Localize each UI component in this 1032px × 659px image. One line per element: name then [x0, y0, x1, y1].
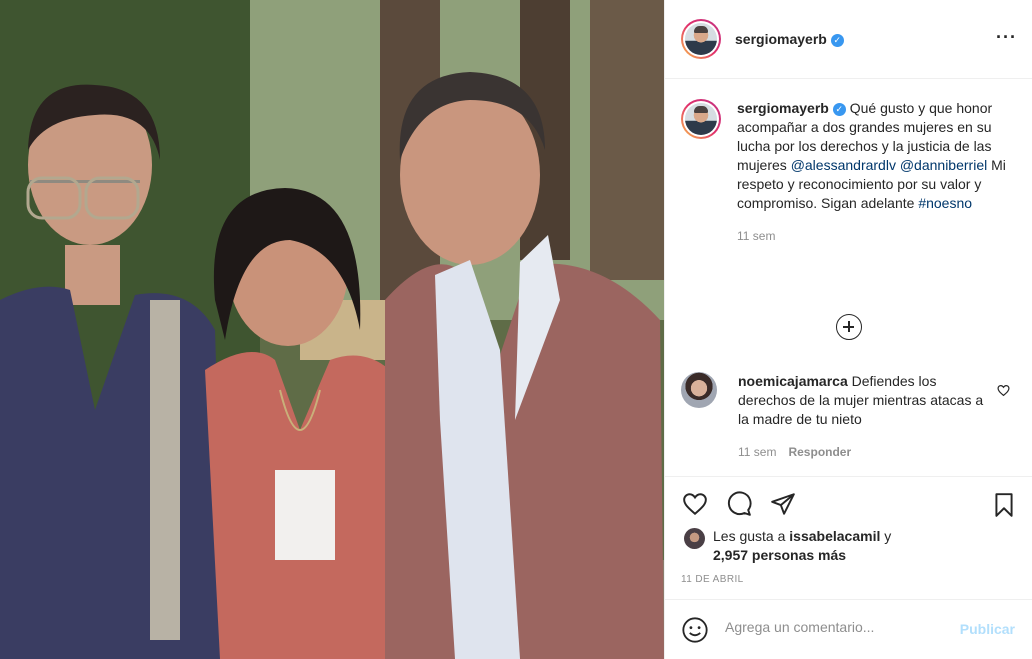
- reply-button[interactable]: Responder: [788, 445, 851, 459]
- comment-meta: 11 sem Responder: [738, 443, 988, 462]
- caption-timestamp[interactable]: 11 sem: [737, 227, 1017, 246]
- caption-mention-2[interactable]: @danniberriel: [900, 157, 987, 173]
- comment-timestamp[interactable]: 11 sem: [738, 445, 776, 459]
- verified-badge-icon: ✓: [830, 34, 844, 47]
- like-comment-heart-icon[interactable]: [997, 384, 1010, 397]
- comment-body: noemicajamarca Defiendes los derechos de…: [738, 372, 988, 462]
- emoji-smiley-icon[interactable]: [681, 616, 709, 644]
- like-heart-icon[interactable]: [681, 491, 709, 517]
- author-avatar[interactable]: [681, 19, 721, 59]
- liker-avatar[interactable]: [684, 528, 705, 549]
- add-comment-bar: Publicar: [665, 599, 1032, 659]
- verified-badge-icon: ✓: [832, 103, 846, 116]
- post-photo[interactable]: [0, 0, 664, 659]
- save-bookmark-icon[interactable]: [991, 491, 1017, 519]
- photo-illustration: [0, 0, 664, 659]
- caption-author-avatar[interactable]: [681, 99, 721, 139]
- caption-hashtag[interactable]: #noesno: [918, 195, 972, 211]
- caption-avatar-image: [685, 103, 717, 135]
- likes-conj: y: [884, 528, 892, 544]
- liker-username[interactable]: issabelacamil: [789, 528, 880, 544]
- more-options-icon[interactable]: ···: [996, 28, 1017, 46]
- author-avatar-image: [685, 23, 717, 55]
- commenter-username[interactable]: noemicajamarca: [738, 373, 848, 389]
- comment-bubble-icon[interactable]: [725, 491, 753, 517]
- post-side-panel: sergiomayerb ✓ ··· sergiomayerb ✓ Qué gust…: [664, 0, 1032, 659]
- likes-count[interactable]: 2,957 personas más: [713, 547, 846, 563]
- caption-username[interactable]: sergiomayerb: [737, 100, 829, 116]
- post-caption: sergiomayerb ✓ Qué gusto y que honor acom…: [681, 99, 1021, 246]
- publish-button[interactable]: Publicar: [960, 621, 1015, 637]
- post-date[interactable]: 11 DE ABRIL: [681, 574, 744, 585]
- author-username[interactable]: sergiomayerb ✓: [735, 31, 844, 47]
- post-header: sergiomayerb ✓ ···: [665, 0, 1032, 79]
- share-paper-plane-icon[interactable]: [769, 491, 797, 517]
- comment-item: noemicajamarca Defiendes los derechos de…: [681, 372, 1021, 462]
- likes-prefix: Les gusta a: [713, 528, 786, 544]
- comment-input[interactable]: [725, 619, 945, 635]
- caption-body: sergiomayerb ✓ Qué gusto y que honor acom…: [737, 99, 1017, 246]
- commenter-avatar[interactable]: [681, 372, 717, 408]
- likes-summary: Les gusta a issabelacamil y 2,957 person…: [681, 527, 1021, 565]
- caption-mention-1[interactable]: @alessandrardlv: [791, 157, 896, 173]
- load-more-comments-icon[interactable]: [836, 314, 862, 340]
- post-actions-bar: [665, 476, 1032, 526]
